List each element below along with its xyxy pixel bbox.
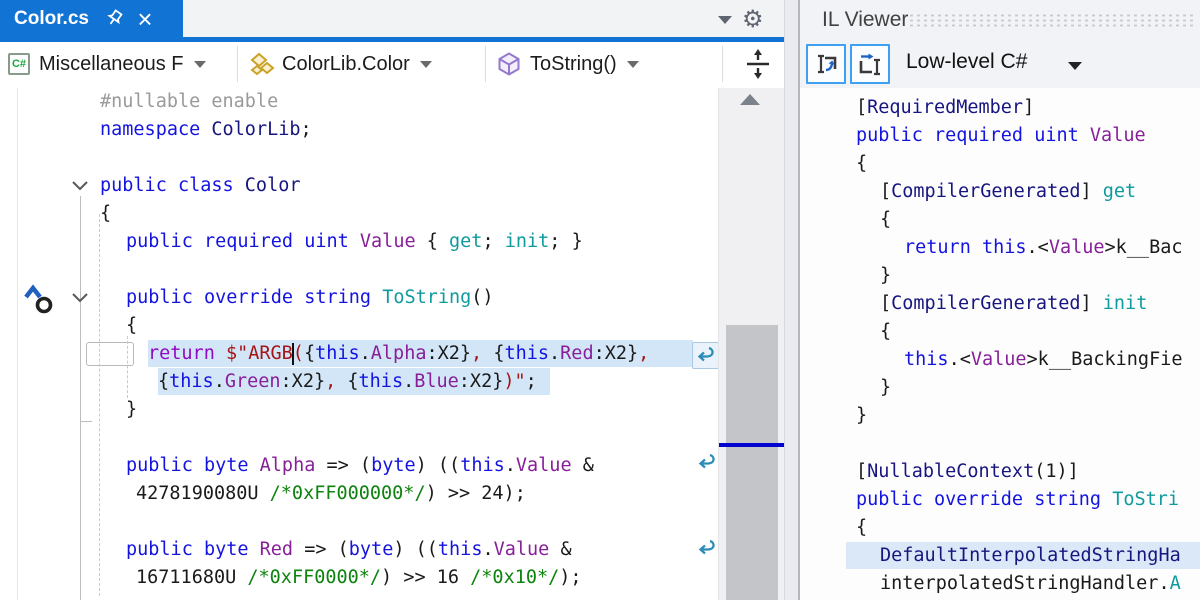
divider xyxy=(485,46,486,82)
code-line[interactable]: public required uint Value { get; init; … xyxy=(126,228,583,255)
sync-source-icon xyxy=(856,50,884,78)
il-code-line[interactable]: [RequiredMember] xyxy=(856,94,1034,121)
code-line[interactable]: 4278190080U /*0xFF000000*/) >> 24); xyxy=(136,480,526,507)
code-line[interactable]: 16711680U /*0xFF0000*/) >> 16 /*0x10*/); xyxy=(136,564,582,591)
type-dropdown-label: ColorLib.Color xyxy=(282,53,410,76)
il-code-line[interactable]: public override string ToStri xyxy=(856,486,1179,513)
il-code-line[interactable]: } xyxy=(880,374,891,401)
il-code-line[interactable]: [CompilerGenerated] init xyxy=(880,290,1147,317)
navigation-bar: C# Miscellaneous F ColorLib.Color xyxy=(0,42,790,90)
gutter-divider xyxy=(17,88,18,600)
il-viewer-title: IL Viewer xyxy=(822,8,908,32)
code-line[interactable]: #nullable enable xyxy=(100,88,278,115)
outline-line xyxy=(80,196,81,600)
il-code-line[interactable]: } xyxy=(880,262,891,289)
panel-drag-grip[interactable] xyxy=(908,13,1194,29)
il-code-line[interactable]: [NullableContext(1)] xyxy=(856,458,1079,485)
code-line[interactable]: } xyxy=(126,396,137,423)
code-line[interactable]: public byte Red => (byte) ((this.Value & xyxy=(126,536,572,563)
outline-end xyxy=(80,421,92,422)
divider xyxy=(237,46,238,82)
sync-caret-icon xyxy=(812,50,840,78)
il-code-line[interactable]: interpolatedStringHandler.A xyxy=(880,570,1181,597)
code-line[interactable]: public class Color xyxy=(100,172,301,199)
close-icon[interactable]: × xyxy=(133,8,157,30)
document-well-controls: ⚙ xyxy=(718,6,784,34)
fold-chevron-icon[interactable] xyxy=(71,291,89,309)
il-code-line[interactable]: return this.<Value>k__Bac xyxy=(904,234,1182,261)
il-code-line[interactable]: public required uint Value xyxy=(856,122,1146,149)
pin-icon[interactable] xyxy=(103,8,125,30)
chevron-down-icon[interactable] xyxy=(1068,62,1082,70)
member-dropdown[interactable]: ToString() xyxy=(496,44,712,84)
il-code-line[interactable]: { xyxy=(856,150,867,177)
project-dropdown[interactable]: C# Miscellaneous F xyxy=(8,44,230,84)
indent-guide xyxy=(99,214,100,596)
split-window-button[interactable] xyxy=(736,44,780,84)
code-line[interactable]: { xyxy=(126,312,137,339)
il-code-line[interactable]: DefaultInterpolatedStringHa xyxy=(880,542,1181,569)
divider xyxy=(722,46,723,82)
word-wrap-icon xyxy=(694,450,719,475)
il-code-line[interactable]: { xyxy=(880,206,891,233)
chevron-down-icon xyxy=(420,61,432,68)
method-cube-icon xyxy=(496,51,522,77)
ide-window: Color.cs × ⚙ C# Miscellaneous F xyxy=(0,0,1200,600)
il-code-line[interactable]: } xyxy=(856,402,867,429)
class-icon xyxy=(248,51,276,77)
chevron-down-icon[interactable] xyxy=(718,16,732,24)
scrollbar-caret-marker xyxy=(719,443,785,447)
scrollbar-thumb[interactable] xyxy=(726,325,778,600)
indent-guide xyxy=(127,336,128,398)
il-view-mode-dropdown[interactable]: Low-level C# xyxy=(906,50,1027,74)
word-wrap-icon xyxy=(694,536,719,561)
sync-caret-to-il-button[interactable] xyxy=(806,44,846,84)
il-code-line[interactable]: this.<Value>k__BackingFie xyxy=(904,346,1182,373)
member-dropdown-label: ToString() xyxy=(530,53,617,76)
overrides-gutter-icon[interactable] xyxy=(22,284,58,323)
code-line[interactable]: namespace ColorLib; xyxy=(100,116,312,143)
type-dropdown[interactable]: ColorLib.Color xyxy=(248,44,476,84)
gear-icon[interactable]: ⚙ xyxy=(742,8,764,32)
project-dropdown-label: Miscellaneous F xyxy=(39,53,184,76)
fold-chevron-icon[interactable] xyxy=(71,179,89,197)
tab-colorcs[interactable]: Color.cs × xyxy=(0,0,183,37)
chevron-down-icon xyxy=(194,61,206,68)
csharp-file-icon: C# xyxy=(8,53,30,75)
code-line[interactable]: public override string ToString() xyxy=(126,284,494,311)
sync-il-to-caret-button[interactable] xyxy=(850,44,890,84)
code-line[interactable]: public byte Alpha => (byte) ((this.Value… xyxy=(126,452,594,479)
il-code-line[interactable]: { xyxy=(880,318,891,345)
chevron-down-icon xyxy=(627,61,639,68)
vertical-scrollbar[interactable] xyxy=(718,88,785,600)
scroll-up-arrow-icon[interactable] xyxy=(740,94,760,105)
il-code-line[interactable]: { xyxy=(856,514,867,541)
code-line[interactable]: {this.Green:X2}, {this.Blue:X2})"; xyxy=(158,368,537,395)
code-line[interactable]: return $"ARGB({this.Alpha:X2}, {this.Red… xyxy=(148,340,649,367)
word-wrap-icon xyxy=(692,342,719,369)
code-line[interactable]: { xyxy=(100,200,111,227)
il-code-line[interactable]: [CompilerGenerated] get xyxy=(880,178,1136,205)
tab-title: Color.cs xyxy=(0,8,89,30)
split-icon xyxy=(740,46,776,82)
